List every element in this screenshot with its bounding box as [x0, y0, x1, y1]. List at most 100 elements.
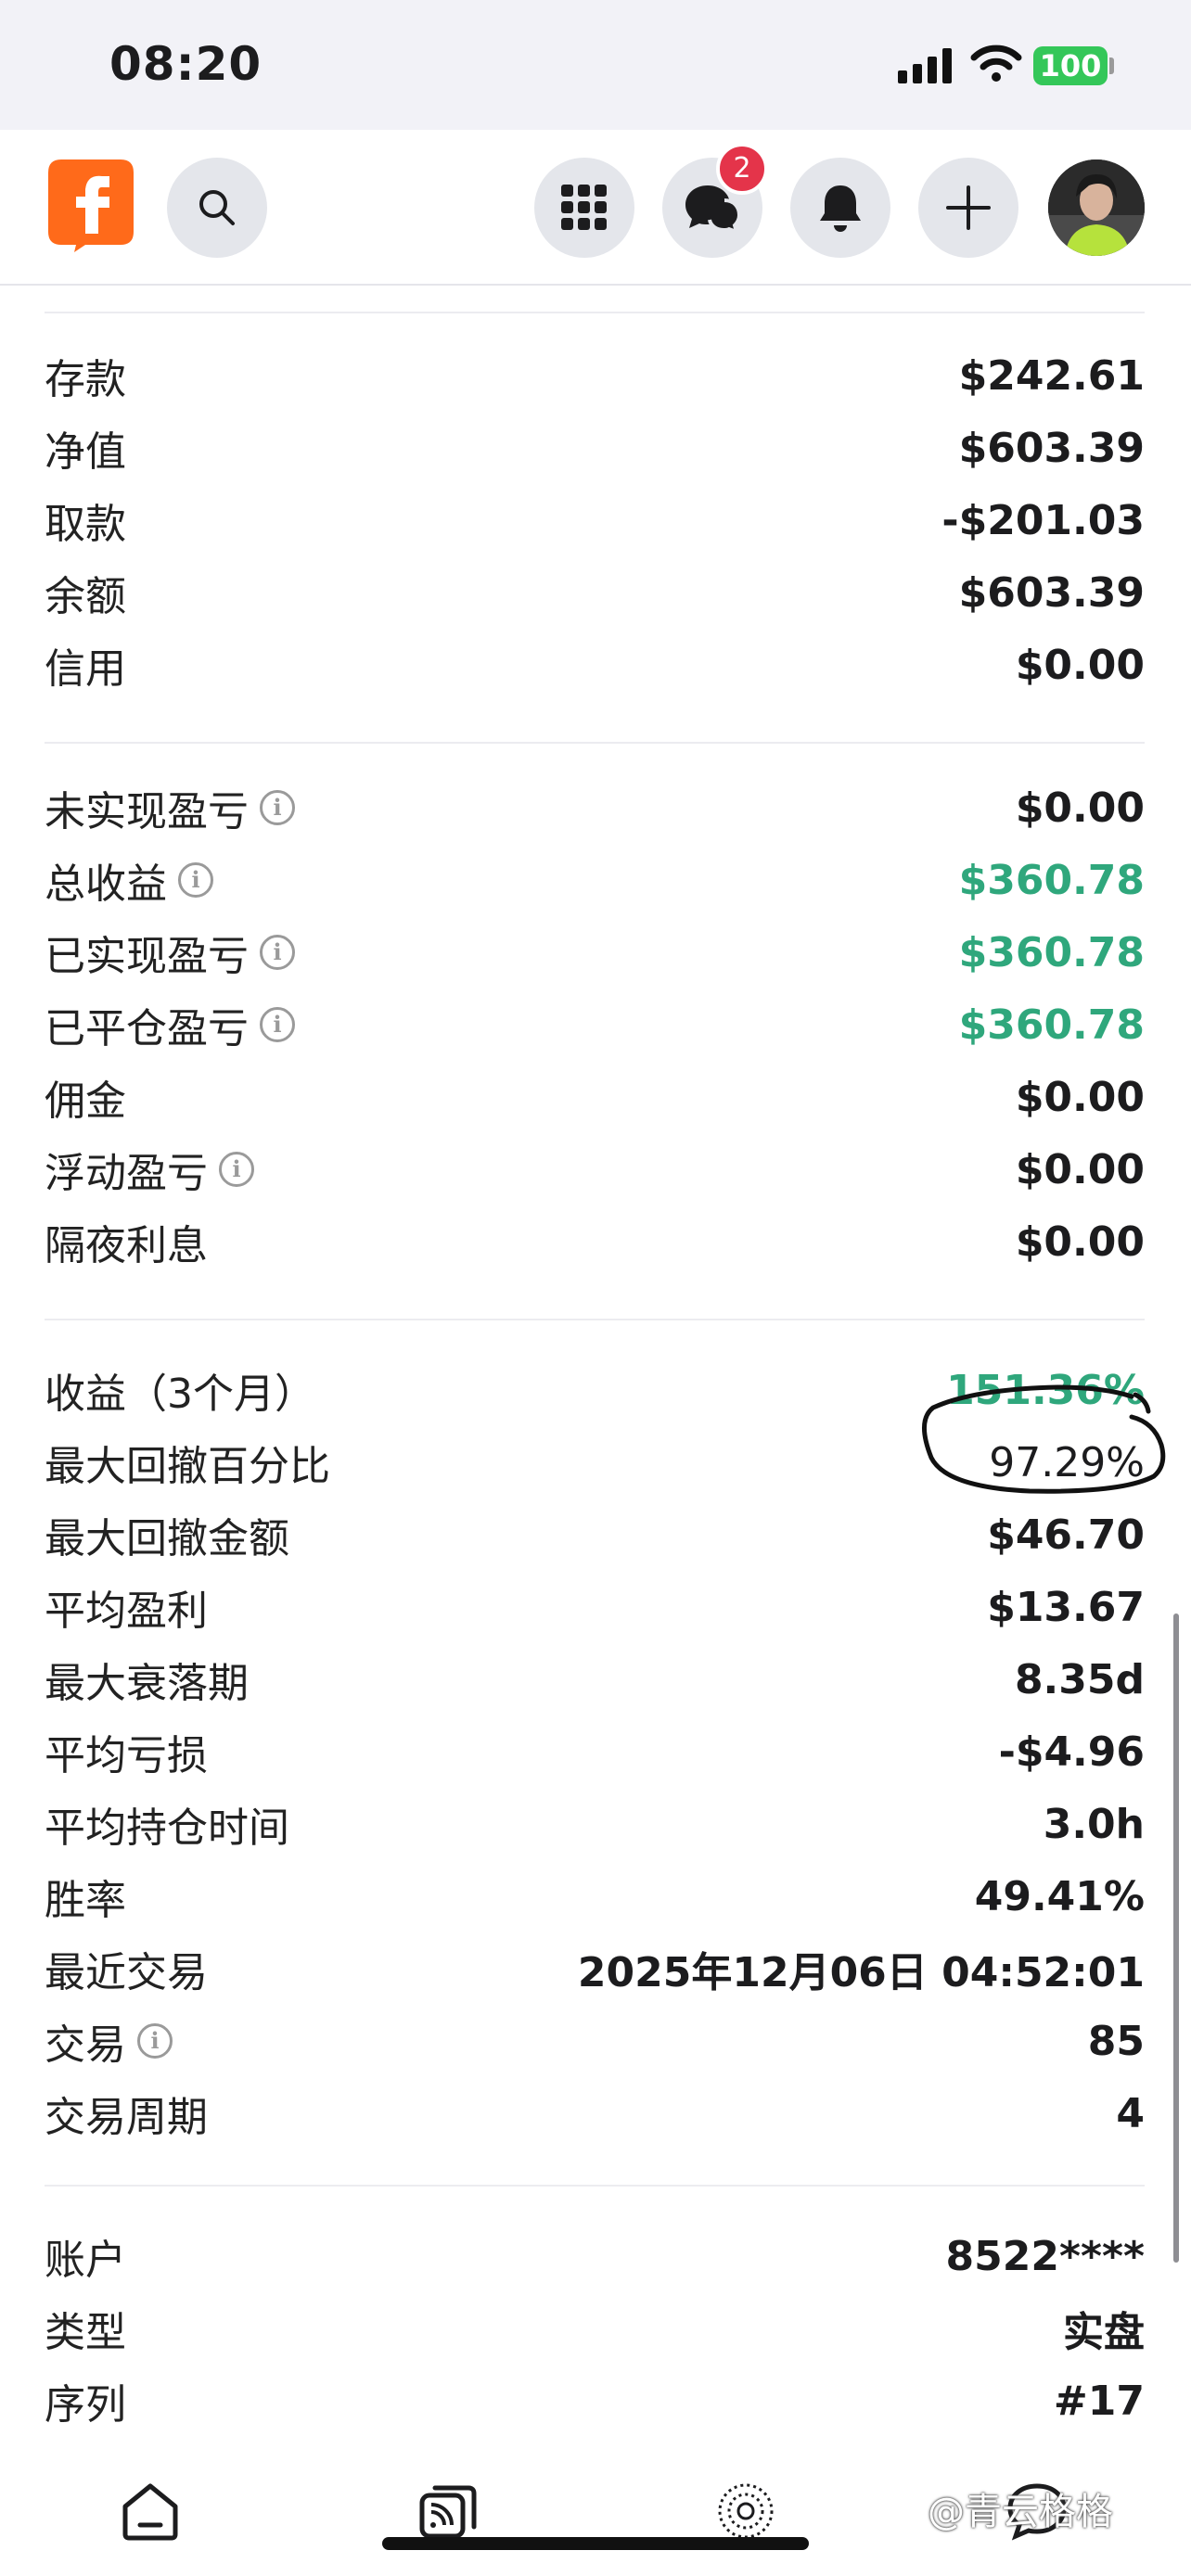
stat-row: 账户 8522****	[45, 2220, 1145, 2292]
stat-row: 平均盈利 $13.67	[45, 1571, 1145, 1643]
stat-label: 收益（3个月）	[45, 1360, 315, 1420]
stat-label: 存款	[45, 346, 126, 405]
stat-label-text: 最大回撤百分比	[45, 1443, 330, 1490]
stat-row: 未实现盈亏 i $0.00	[45, 772, 1145, 844]
stat-label-text: 总收益	[45, 861, 167, 908]
stat-label-text: 交易	[45, 2021, 126, 2069]
stat-label-text: 佣金	[45, 1078, 126, 1125]
stat-label: 余额	[45, 563, 126, 622]
app-logo-icon[interactable]	[48, 159, 134, 252]
stat-label-text: 收益（3个月）	[45, 1371, 315, 1418]
search-button[interactable]	[167, 158, 267, 258]
stat-value: 3.0h	[1043, 1800, 1145, 1848]
stat-value: $360.78	[958, 1001, 1145, 1049]
stat-label: 信用	[45, 635, 126, 695]
stat-label-text: 余额	[45, 573, 126, 620]
stat-value: $0.00	[1015, 641, 1145, 689]
stat-label-text: 信用	[45, 645, 126, 693]
messages-badge: 2	[716, 143, 768, 195]
stat-label-text: 未实现盈亏	[45, 788, 249, 835]
stat-label-text: 隔夜利息	[45, 1222, 208, 1269]
stat-row: 交易 i 85	[45, 2005, 1145, 2077]
stat-label-text: 净值	[45, 428, 126, 476]
stat-value: $46.70	[987, 1511, 1145, 1559]
stat-label-text: 胜率	[45, 1877, 126, 1924]
notifications-button[interactable]	[790, 158, 890, 258]
stat-value: #17	[1053, 2377, 1145, 2425]
stat-row: 信用 $0.00	[45, 629, 1145, 701]
stat-value: 8.35d	[1014, 1655, 1145, 1703]
stat-label: 总收益 i	[45, 850, 213, 910]
status-time: 08:20	[109, 37, 263, 91]
bell-icon	[820, 185, 861, 232]
tab-explore[interactable]	[711, 2476, 781, 2546]
stat-label-text: 最大衰落期	[45, 1660, 249, 1707]
stat-row: 最大回撤金额 $46.70	[45, 1498, 1145, 1571]
top-navigation: 2	[0, 130, 1191, 286]
stat-label-text: 已实现盈亏	[45, 933, 249, 980]
stat-label: 交易周期	[45, 2084, 208, 2143]
info-icon[interactable]: i	[178, 862, 213, 898]
wifi-icon	[970, 45, 1022, 82]
stat-row: 收益（3个月） 151.36%	[45, 1354, 1145, 1426]
profile-avatar[interactable]	[1048, 159, 1145, 256]
divider	[45, 312, 1145, 313]
stat-label: 最大回撤百分比	[45, 1433, 330, 1492]
stat-row: 浮动盈亏 i $0.00	[45, 1133, 1145, 1205]
stat-label-text: 序列	[45, 2381, 126, 2429]
stat-value: 2025年12月06日 04:52:01	[577, 1949, 1145, 1996]
stat-value: $0.00	[1015, 1073, 1145, 1121]
stat-label: 序列	[45, 2371, 126, 2430]
watermark: @青云格格	[928, 2491, 1113, 2533]
stat-label-text: 账户	[45, 2237, 126, 2284]
divider	[45, 1319, 1145, 1320]
explore-sphere-icon	[718, 2483, 774, 2539]
stat-value: $242.61	[958, 351, 1145, 400]
stat-value: $13.67	[987, 1583, 1145, 1631]
stat-label-text: 存款	[45, 356, 126, 403]
feed-icon	[419, 2485, 477, 2539]
tab-feed[interactable]	[414, 2476, 484, 2546]
avatar-image	[1048, 159, 1145, 256]
stat-label-text: 平均亏损	[45, 1732, 208, 1779]
home-indicator	[382, 2537, 809, 2550]
stat-label: 胜率	[45, 1867, 126, 1926]
status-bar: 08:20 100	[0, 0, 1191, 130]
stat-label-text: 最大回撤金额	[45, 1515, 289, 1562]
stat-row: 类型 实盘	[45, 2292, 1145, 2365]
stat-label: 最近交易	[45, 1939, 208, 1998]
stat-label-text: 平均盈利	[45, 1588, 208, 1635]
stat-value: -$201.03	[941, 496, 1145, 544]
stat-value: 8522****	[945, 2232, 1146, 2280]
stat-value: 151.36%	[946, 1366, 1145, 1414]
stat-row: 已平仓盈亏 i $360.78	[45, 988, 1145, 1061]
battery-indicator: 100	[1033, 46, 1108, 85]
stat-label: 交易 i	[45, 2011, 173, 2071]
stat-label-text: 最近交易	[45, 1949, 208, 1996]
menu-grid-button[interactable]	[534, 158, 634, 258]
stat-value: 85	[1087, 2017, 1145, 2065]
stat-value: $0.00	[1015, 784, 1145, 832]
stat-value: $360.78	[958, 856, 1145, 904]
create-button[interactable]	[918, 158, 1018, 258]
stat-row: 取款 -$201.03	[45, 484, 1145, 556]
stat-value: $0.00	[1015, 1145, 1145, 1193]
stat-row: 净值 $603.39	[45, 412, 1145, 484]
info-icon[interactable]: i	[137, 2023, 173, 2059]
stat-value: 4	[1116, 2089, 1145, 2137]
stat-label: 已平仓盈亏 i	[45, 995, 295, 1054]
stat-label: 平均持仓时间	[45, 1794, 289, 1854]
stat-row: 交易周期 4	[45, 2077, 1145, 2149]
stat-label: 平均亏损	[45, 1722, 208, 1781]
info-icon[interactable]: i	[260, 1007, 295, 1042]
scrollbar[interactable]	[1173, 1613, 1179, 2263]
info-icon[interactable]: i	[260, 790, 295, 825]
stat-label: 类型	[45, 2299, 126, 2358]
info-icon[interactable]: i	[219, 1152, 254, 1187]
tab-home[interactable]	[115, 2476, 186, 2546]
search-icon	[199, 190, 235, 225]
info-icon[interactable]: i	[260, 935, 295, 970]
divider	[45, 742, 1145, 744]
stat-label: 最大衰落期	[45, 1650, 249, 1709]
stat-label-text: 平均持仓时间	[45, 1804, 289, 1852]
